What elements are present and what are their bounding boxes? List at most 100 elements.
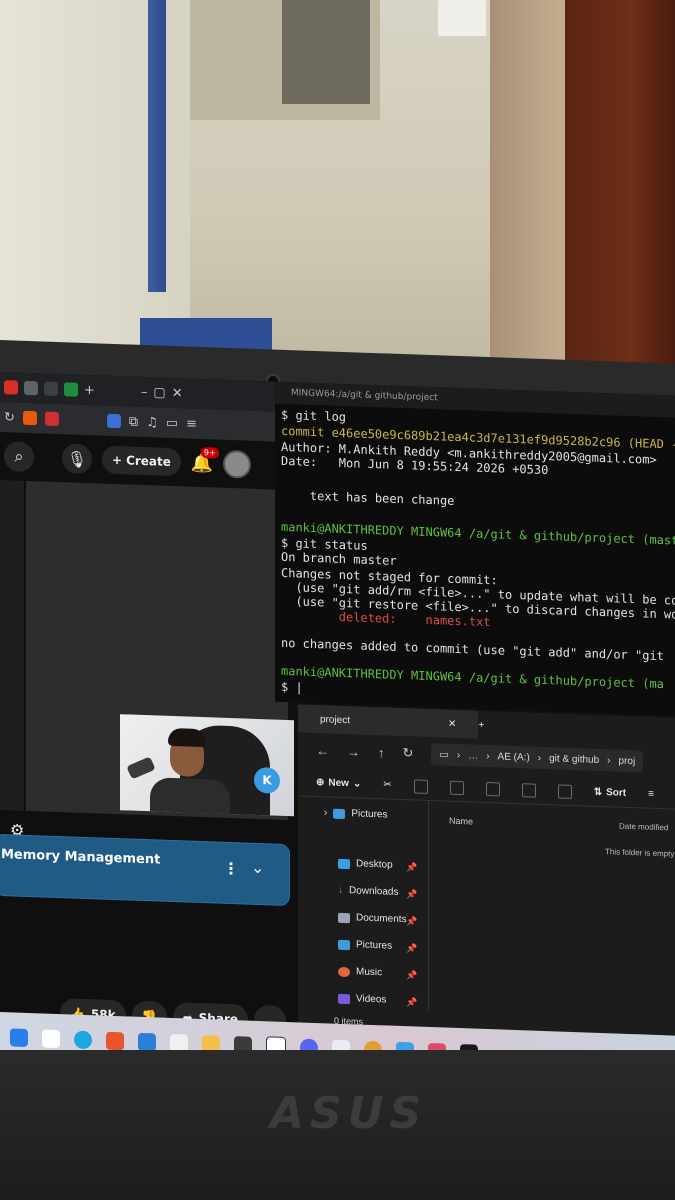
extension-icon[interactable] — [106, 413, 121, 429]
path-segment[interactable]: proj — [619, 755, 636, 767]
more-vert-icon[interactable]: ⋮ — [223, 859, 239, 879]
back-icon[interactable]: ← — [316, 743, 329, 758]
vscode-icon[interactable] — [138, 1032, 156, 1052]
brave-shield-icon[interactable] — [22, 410, 37, 426]
rename-icon[interactable] — [485, 781, 500, 796]
gmail-tab-icon[interactable] — [4, 380, 18, 395]
avatar[interactable] — [223, 449, 252, 479]
address-bar[interactable]: ▭ › … › AE (A:) › git & github › proj — [431, 743, 644, 773]
new-tab-icon[interactable]: + — [84, 382, 95, 397]
new-tab-icon[interactable]: + — [478, 719, 484, 730]
quick-access-pictures[interactable]: Pictures — [338, 939, 392, 952]
column-date-header[interactable]: Date modified — [619, 822, 668, 833]
terminal-line: $ git log — [281, 407, 347, 425]
explorer-tab[interactable]: project ✕ + — [298, 704, 484, 739]
sort-label: Sort — [606, 787, 627, 799]
chevron-down-icon: ⌄ — [352, 778, 362, 790]
path-segment[interactable]: AE (A:) — [498, 751, 530, 763]
youtube-header: ⌕ 🎙 + Create 🔔 9+ — [0, 436, 275, 486]
pin-icon[interactable]: 📌 — [406, 916, 417, 927]
separator: › — [486, 750, 490, 762]
chevron-down-icon[interactable]: ⌄ — [251, 858, 264, 877]
quick-access-videos[interactable]: Videos — [338, 993, 387, 1006]
create-button[interactable]: + Create — [102, 445, 181, 477]
desktop-icon — [338, 858, 350, 869]
terminal-prompt: manki@ANKITHREDDY MINGW64 /a/git & githu… — [281, 663, 664, 692]
music-icon — [338, 966, 350, 977]
quick-access-label: Downloads — [349, 885, 399, 898]
column-name-header[interactable]: Name — [449, 816, 473, 827]
pin-icon[interactable]: 📌 — [406, 889, 417, 900]
mic-icon[interactable]: 🎙 — [62, 443, 92, 475]
tab-icon[interactable] — [24, 380, 38, 396]
terminal-line: no changes added to commit (use "git add… — [281, 635, 664, 664]
pictures-icon — [333, 808, 346, 819]
light-switch — [438, 0, 486, 36]
new-button[interactable]: ⊕ New ⌄ — [316, 777, 361, 790]
path-segment[interactable]: git & github — [549, 753, 599, 766]
refresh-icon[interactable]: ↻ — [4, 410, 15, 425]
sort-icon: ⇅ — [593, 786, 603, 799]
maximize-icon[interactable]: ▢ — [153, 385, 165, 400]
tree-item-pictures[interactable]: › Pictures — [324, 807, 387, 820]
quick-access-label: Videos — [356, 993, 387, 1006]
brave-icon[interactable] — [106, 1031, 124, 1051]
start-icon[interactable] — [10, 1028, 28, 1047]
forward-icon[interactable]: → — [347, 744, 360, 759]
empty-folder-message: This folder is empty — [605, 847, 675, 859]
search-icon[interactable]: ⌕ — [4, 441, 34, 473]
pin-icon[interactable]: 📌 — [406, 970, 417, 981]
playlist-card[interactable]: Memory Management ⋮ ⌄ — [0, 833, 290, 907]
pictures-icon — [338, 939, 350, 950]
edge-icon[interactable] — [74, 1030, 92, 1050]
pin-icon[interactable]: 📌 — [406, 862, 417, 873]
tab-icon[interactable] — [64, 382, 78, 397]
quick-access-desktop[interactable]: Desktop — [338, 858, 393, 871]
separator: … — [468, 749, 479, 762]
playlist-title: Memory Management — [1, 847, 161, 868]
plus-circle-icon: ⊕ — [316, 777, 325, 789]
up-icon[interactable]: ↑ — [378, 745, 385, 760]
menu-icon[interactable]: ≡ — [186, 416, 197, 431]
pc-icon: ▭ — [439, 748, 449, 761]
channel-logo-icon: K — [254, 766, 280, 794]
sort-button[interactable]: ⇅ Sort — [594, 787, 626, 799]
blue-pole — [148, 0, 166, 292]
quick-access-downloads[interactable]: ↓ Downloads — [338, 885, 398, 898]
view-icon[interactable]: ≡ — [648, 789, 654, 800]
pin-icon[interactable]: 📌 — [406, 997, 417, 1008]
media-icon[interactable]: ♫ — [146, 415, 158, 430]
tab-icon[interactable] — [44, 381, 58, 397]
navigation-pane: › Pictures Desktop 📌 ↓ Downloads 📌 Docum… — [298, 796, 428, 1011]
door — [565, 0, 675, 410]
quick-access-music[interactable]: Music — [338, 966, 383, 979]
webcam-overlay: K — [120, 714, 294, 817]
notifications-icon[interactable]: 🔔 9+ — [191, 446, 219, 474]
quick-access-label: Music — [356, 966, 383, 979]
cut-icon[interactable]: ✂ — [383, 779, 391, 790]
person-hair — [168, 727, 206, 748]
person-body — [150, 777, 230, 817]
quick-access-documents[interactable]: Documents — [338, 912, 407, 925]
close-icon[interactable]: ✕ — [172, 385, 183, 400]
paste-icon[interactable] — [449, 780, 464, 795]
terminal-line: On branch master — [281, 549, 397, 568]
share-icon[interactable] — [521, 782, 536, 798]
quick-access-label: Documents — [356, 912, 407, 926]
file-list: Name Date modified This folder is empty — [428, 800, 675, 1021]
file-explorer-window: project ✕ + ← → ↑ ↻ ▭ › … › AE (A:) › gi… — [298, 704, 675, 1039]
pin-icon[interactable]: 📌 — [406, 943, 417, 954]
delete-icon[interactable] — [557, 783, 572, 799]
refresh-icon[interactable]: ↻ — [403, 745, 414, 761]
terminal-cursor-line: $ | — [281, 679, 303, 695]
warning-icon[interactable] — [44, 411, 59, 427]
close-tab-icon[interactable]: ✕ — [448, 718, 456, 729]
separator: › — [537, 752, 542, 764]
copy-icon[interactable] — [413, 778, 428, 794]
minimize-icon[interactable]: – — [141, 384, 148, 399]
explorer-tab-title: project — [320, 713, 351, 726]
terminal-window[interactable]: MINGW64:/a/git & github/project $ git lo… — [275, 381, 675, 717]
task-view-icon[interactable] — [42, 1029, 60, 1049]
puzzle-icon[interactable]: ⧉ — [129, 414, 138, 429]
sidebar-icon[interactable]: ▭ — [166, 415, 178, 430]
